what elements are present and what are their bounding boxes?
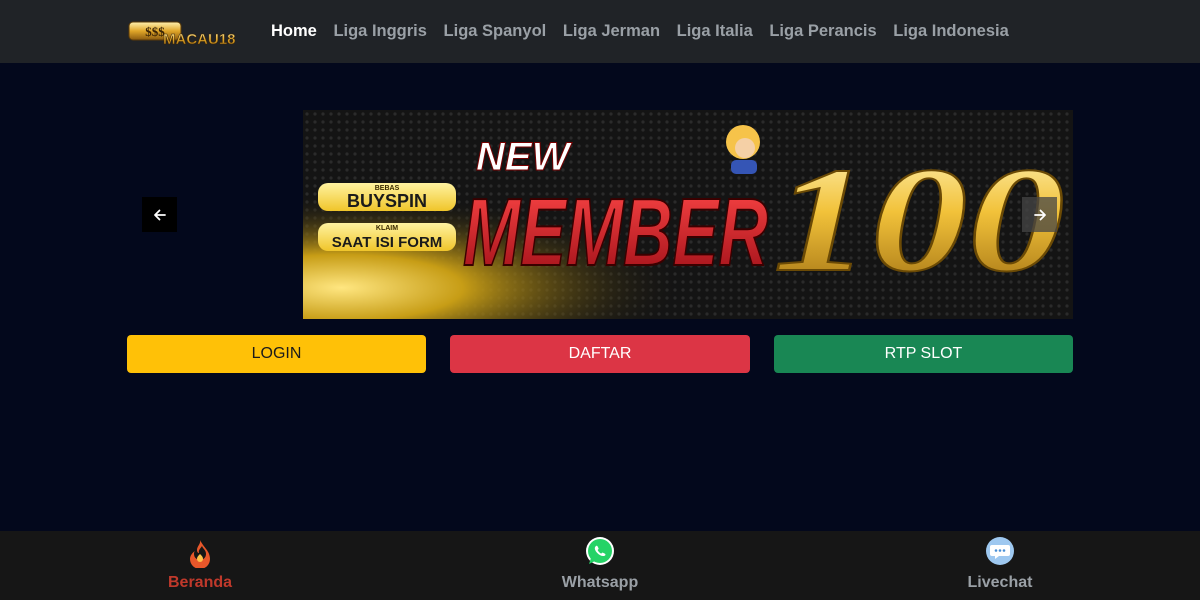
top-navbar: $$$ MACAU18 Home Liga Inggris Liga Spany…: [0, 0, 1200, 63]
nav-home[interactable]: Home: [271, 22, 317, 41]
site-logo[interactable]: $$$ MACAU18: [127, 14, 249, 48]
rtp-slot-button[interactable]: RTP SLOT: [774, 335, 1073, 373]
nav-liga-indonesia[interactable]: Liga Indonesia: [893, 22, 1009, 41]
whatsapp-icon: [586, 537, 614, 565]
nav-liga-jerman[interactable]: Liga Jerman: [563, 22, 660, 41]
login-button[interactable]: LOGIN: [127, 335, 426, 373]
nav-liga-italia[interactable]: Liga Italia: [677, 22, 753, 41]
arrow-right-icon: [1033, 209, 1046, 220]
logo-graphic: $$$ MACAU18: [128, 21, 236, 48]
main-nav: Home Liga Inggris Liga Spanyol Liga Jerm…: [271, 0, 1025, 63]
daftar-button[interactable]: DAFTAR: [450, 335, 750, 373]
nav-liga-spanyol[interactable]: Liga Spanyol: [444, 22, 547, 41]
bottom-nav-livechat[interactable]: Livechat: [900, 531, 1100, 600]
character-illustration: [726, 125, 760, 174]
bottom-nav-label: Whatsapp: [561, 574, 639, 591]
arrow-left-icon: [153, 209, 166, 220]
fire-icon: [190, 540, 210, 568]
carousel-next-button[interactable]: [1022, 197, 1057, 232]
bottom-nav-beranda[interactable]: Beranda: [100, 531, 300, 600]
bottom-nav-label: Beranda: [167, 574, 233, 591]
svg-text:MACAU18: MACAU18: [163, 31, 236, 48]
svg-text:KLAIM: KLAIM: [376, 225, 398, 232]
carousel-prev-button[interactable]: [142, 197, 177, 232]
promo-banner[interactable]: BEBAS BUYSPIN KLAIM SAAT ISI FORM NEW ME…: [303, 110, 1073, 319]
promo-banner-graphic: BEBAS BUYSPIN KLAIM SAAT ISI FORM NEW ME…: [303, 110, 1073, 319]
nav-liga-perancis[interactable]: Liga Perancis: [769, 22, 876, 41]
bottom-nav-whatsapp[interactable]: Whatsapp: [500, 531, 700, 600]
nav-liga-inggris[interactable]: Liga Inggris: [333, 22, 427, 41]
svg-text:SAAT ISI FORM: SAAT ISI FORM: [332, 234, 443, 251]
bottom-nav: Beranda Whatsapp Livechat: [0, 531, 1200, 600]
chat-bubble-icon: [986, 537, 1014, 565]
svg-text:NEW: NEW: [476, 135, 573, 179]
svg-text:BUYSPIN: BUYSPIN: [347, 191, 427, 211]
svg-text:MEMBER: MEMBER: [463, 179, 768, 286]
bottom-nav-label: Livechat: [967, 574, 1033, 591]
